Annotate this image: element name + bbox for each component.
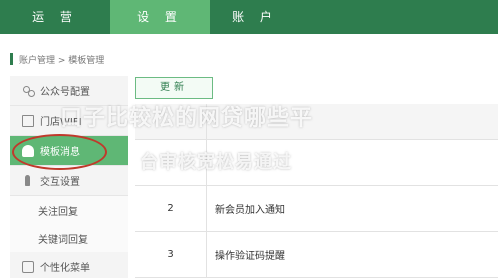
sidebar-item-label: 个性化菜单 [40, 263, 90, 274]
table-row [135, 140, 498, 186]
sidebar-subitem-follow-reply[interactable]: 关注回复 [10, 196, 128, 224]
interaction-icon [22, 174, 34, 187]
sidebar-item-custom-menu[interactable]: 个性化菜单 [10, 252, 128, 278]
table-cell-number: 3 [135, 232, 207, 277]
table-cell-name [207, 140, 498, 185]
sidebar-item-label: 交互设置 [40, 177, 80, 188]
sidebar-item-label: 关注回复 [38, 206, 78, 218]
table-cell-number: 2 [135, 186, 207, 231]
top-navigation: 运 营 设 置 账 户 [0, 0, 498, 34]
people-icon [22, 85, 35, 97]
table-row[interactable]: 2 新会员加入通知 [135, 186, 498, 232]
tab-settings[interactable]: 设 置 [110, 0, 210, 34]
sidebar-item-label: 模板消息 [40, 147, 80, 158]
sidebar-item-template-message[interactable]: 模板消息 [10, 136, 128, 166]
store-icon [22, 114, 34, 127]
breadcrumb-marker [10, 53, 13, 65]
template-icon [22, 144, 34, 157]
tab-operations[interactable]: 运 营 [0, 0, 110, 34]
sidebar-item-label: 公众号配置 [40, 87, 90, 98]
breadcrumb-text[interactable]: 账户管理 > 模板管理 [19, 53, 104, 66]
template-table: 2 新会员加入通知 3 操作验证码提醒 [135, 104, 498, 278]
tab-account[interactable]: 账 户 [210, 0, 300, 34]
table-header [135, 104, 498, 140]
table-cell-name: 操作验证码提醒 [215, 251, 285, 262]
sidebar: 公众号配置 门店WIFI 模板消息 交互设置 关注回复 关键词回复 个性化菜单 [10, 76, 128, 278]
breadcrumb: 账户管理 > 模板管理 [10, 52, 104, 66]
table-header-cell [135, 104, 207, 139]
sidebar-item-label: 门店WIFI [40, 117, 82, 128]
menu-icon [22, 260, 34, 273]
sidebar-item-account-config[interactable]: 公众号配置 [10, 76, 128, 106]
sidebar-item-interaction-settings[interactable]: 交互设置 [10, 166, 128, 196]
sidebar-subitem-keyword-reply[interactable]: 关键词回复 [10, 224, 128, 252]
sidebar-item-label: 关键词回复 [38, 234, 88, 246]
update-button[interactable]: 更新 [135, 77, 213, 99]
table-cell-number [135, 140, 207, 185]
table-row[interactable]: 3 操作验证码提醒 [135, 232, 498, 278]
sidebar-item-store-wifi[interactable]: 门店WIFI [10, 106, 128, 136]
table-cell-name: 新会员加入通知 [215, 205, 285, 216]
table-header-cell [207, 104, 498, 139]
